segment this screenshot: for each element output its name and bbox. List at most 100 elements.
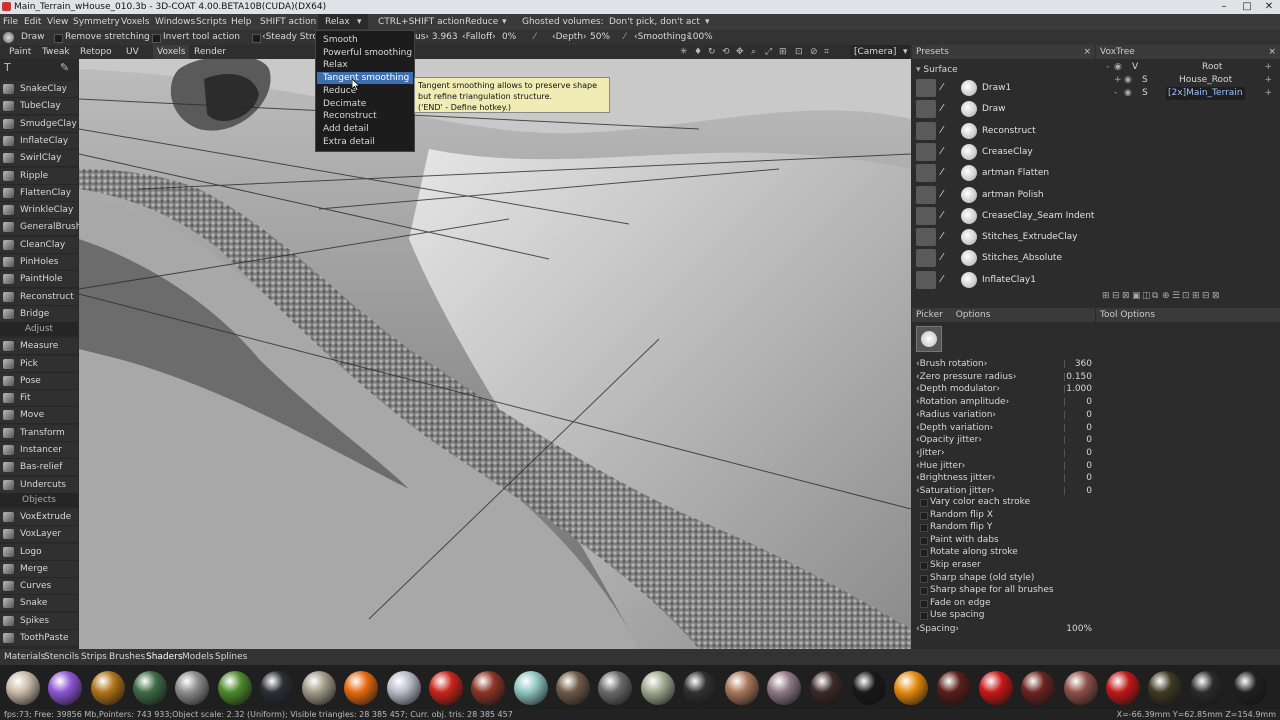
tool-reconstruct[interactable]: Reconstruct bbox=[0, 288, 78, 306]
slider-value[interactable]: 0 bbox=[1086, 460, 1092, 472]
pen-icon[interactable]: ✎ bbox=[60, 61, 69, 74]
shader-thumbnail[interactable] bbox=[809, 671, 844, 705]
tool-fit[interactable]: Fit bbox=[0, 390, 78, 408]
remove-stretching-checkbox[interactable] bbox=[54, 34, 63, 43]
tool-snakeclay[interactable]: SnakeClay bbox=[0, 81, 78, 98]
slider-value[interactable]: 360 bbox=[1075, 358, 1092, 370]
zoom-icon[interactable]: ⌕ bbox=[751, 45, 756, 59]
tool-flattenclay[interactable]: FlattenClay bbox=[0, 184, 78, 202]
shader-thumbnail[interactable] bbox=[429, 671, 463, 705]
spin-icon[interactable]: ↻ bbox=[708, 45, 716, 59]
slider-zero-pressure-radius[interactable]: ‹Zero pressure radius› 0.150 bbox=[916, 371, 1092, 383]
checkbox-sharp-shape-for-all-brushes[interactable]: Sharp shape for all brushes bbox=[916, 584, 1092, 596]
tab-strips[interactable]: Strips bbox=[81, 649, 107, 665]
draw-mode-label[interactable]: Draw bbox=[21, 30, 45, 45]
slider-value[interactable]: 0.150 bbox=[1066, 371, 1092, 383]
slider-value[interactable]: 100% bbox=[1066, 623, 1092, 635]
slider-value[interactable]: 0 bbox=[1086, 422, 1092, 434]
checkbox-box[interactable] bbox=[920, 511, 928, 520]
ctrl-shift-action-select[interactable]: Reduce bbox=[465, 14, 498, 30]
light-icon[interactable]: ♦ bbox=[694, 45, 702, 59]
shader-thumbnail[interactable] bbox=[767, 671, 802, 705]
checkbox-random-flip-x[interactable]: Random flip X bbox=[916, 509, 1092, 521]
slider-value[interactable]: 1.000 bbox=[1066, 383, 1092, 395]
checkbox-paint-with-dabs[interactable]: Paint with dabs bbox=[916, 534, 1092, 546]
shader-thumbnail[interactable] bbox=[852, 671, 886, 705]
menu-windows[interactable]: Windows bbox=[155, 14, 195, 30]
maximize-button[interactable]: □ bbox=[1236, 0, 1258, 14]
tool-pose[interactable]: Pose bbox=[0, 372, 78, 390]
tool-snake[interactable]: Snake bbox=[0, 595, 78, 613]
tool-swirlclay[interactable]: SwirlClay bbox=[0, 150, 78, 168]
add-icon[interactable]: + bbox=[1264, 87, 1272, 100]
tools-section-adjust[interactable]: Adjust bbox=[0, 323, 78, 337]
shader-thumbnail[interactable] bbox=[48, 671, 83, 705]
grid-icon[interactable]: ⊡ bbox=[795, 45, 803, 59]
frame-icon[interactable]: ⊞ bbox=[779, 45, 787, 59]
shader-thumbnail[interactable] bbox=[1063, 671, 1098, 705]
3d-viewport[interactable] bbox=[79, 59, 911, 649]
invert-tool-checkbox[interactable] bbox=[152, 34, 161, 43]
room-tab-render[interactable]: Render bbox=[194, 45, 226, 59]
shader-thumbnail[interactable] bbox=[1148, 671, 1183, 705]
voxtree-action-icon[interactable]: ▣ bbox=[1132, 291, 1141, 301]
tool-tubeclay[interactable]: TubeClay bbox=[0, 98, 78, 116]
tool-merge[interactable]: Merge bbox=[0, 560, 78, 578]
voxtree-action-icon[interactable]: ⊟ bbox=[1202, 291, 1210, 301]
menu-file[interactable]: File bbox=[3, 14, 18, 30]
shader-thumbnail[interactable] bbox=[725, 671, 760, 705]
room-tab-paint[interactable]: Paint bbox=[9, 45, 31, 59]
preset-artman-flatten[interactable]: ⁄ artman Flatten bbox=[916, 163, 1092, 183]
dropdown-item-powerful-smoothing[interactable]: Powerful smoothing bbox=[317, 47, 413, 59]
tab-picker[interactable]: Picker bbox=[916, 310, 943, 320]
slider-value[interactable]: 0 bbox=[1086, 396, 1092, 408]
sun-icon[interactable]: ✳ bbox=[680, 45, 688, 59]
rotate-icon[interactable]: ⟲ bbox=[722, 45, 730, 59]
tab-splines[interactable]: Splines bbox=[215, 649, 247, 665]
dropdown-item-add-detail[interactable]: Add detail bbox=[317, 123, 413, 135]
tools-section-objects[interactable]: Objects bbox=[0, 493, 78, 507]
room-tab-tweak[interactable]: Tweak bbox=[42, 45, 70, 59]
voxtree-action-icon[interactable]: ⊠ bbox=[1212, 291, 1220, 301]
checkbox-rotate-along-stroke[interactable]: Rotate along stroke bbox=[916, 546, 1092, 558]
chevron-down-icon[interactable]: ▾ bbox=[357, 14, 362, 30]
tool-pick[interactable]: Pick bbox=[0, 355, 78, 373]
tab-options[interactable]: Options bbox=[956, 310, 991, 320]
checkbox-vary-color-each-stroke[interactable]: Vary color each stroke bbox=[916, 496, 1092, 508]
checkbox-box[interactable] bbox=[920, 524, 928, 533]
shader-thumbnail[interactable] bbox=[90, 671, 125, 705]
tool-logo[interactable]: Logo bbox=[0, 543, 78, 561]
steady-stroke-checkbox[interactable] bbox=[252, 34, 261, 43]
tool-curves[interactable]: Curves bbox=[0, 578, 78, 596]
dropdown-item-decimate[interactable]: Decimate bbox=[317, 98, 413, 110]
voxtree-action-icon[interactable]: ◫ bbox=[1142, 291, 1151, 301]
tool-undercuts[interactable]: Undercuts bbox=[0, 476, 78, 494]
tab-materials[interactable]: Materials bbox=[4, 649, 45, 665]
chevron-down-icon[interactable]: ▾ bbox=[705, 14, 710, 30]
preset-reconstruct[interactable]: ⁄ Reconstruct bbox=[916, 121, 1092, 141]
tool-move[interactable]: Move bbox=[0, 407, 78, 425]
radius-value[interactable]: us› 3.963 bbox=[415, 30, 458, 45]
tool-toothpaste[interactable]: ToothPaste bbox=[0, 630, 78, 647]
add-icon[interactable]: + bbox=[1264, 74, 1272, 87]
no-icon[interactable]: ⊘ bbox=[810, 45, 818, 59]
shader-thumbnail[interactable] bbox=[640, 671, 675, 705]
depth-value[interactable]: 50% bbox=[590, 30, 610, 45]
shader-thumbnail[interactable] bbox=[513, 671, 548, 705]
depth-label[interactable]: ‹Depth› bbox=[552, 30, 587, 45]
voxtree-row-root[interactable]: - ◉ V Root + bbox=[1102, 61, 1278, 74]
eye-icon[interactable]: + bbox=[1114, 74, 1122, 87]
checkbox-random-flip-y[interactable]: Random flip Y bbox=[916, 521, 1092, 533]
slider-depth-variation[interactable]: ‹Depth variation› 0 bbox=[916, 422, 1092, 434]
preset-stitches-extrudeclay[interactable]: ⁄ Stitches_ExtrudeClay bbox=[916, 227, 1092, 247]
dropdown-item-extra-detail[interactable]: Extra detail bbox=[317, 136, 413, 148]
slider-hue-jitter[interactable]: ‹Hue jitter› 0 bbox=[916, 460, 1092, 472]
checkbox-box[interactable] bbox=[920, 599, 928, 608]
eye-icon[interactable]: ◉ bbox=[1114, 61, 1122, 74]
slider-spacing[interactable]: ‹Spacing› 100% bbox=[916, 623, 1092, 635]
camera-frame-icon[interactable]: ⌗ bbox=[824, 45, 829, 59]
room-tab-retopo[interactable]: Retopo bbox=[80, 45, 112, 59]
close-icon[interactable]: × bbox=[1083, 45, 1091, 59]
shader-thumbnail[interactable] bbox=[259, 671, 294, 705]
collapse-icon[interactable]: - bbox=[1106, 61, 1109, 74]
